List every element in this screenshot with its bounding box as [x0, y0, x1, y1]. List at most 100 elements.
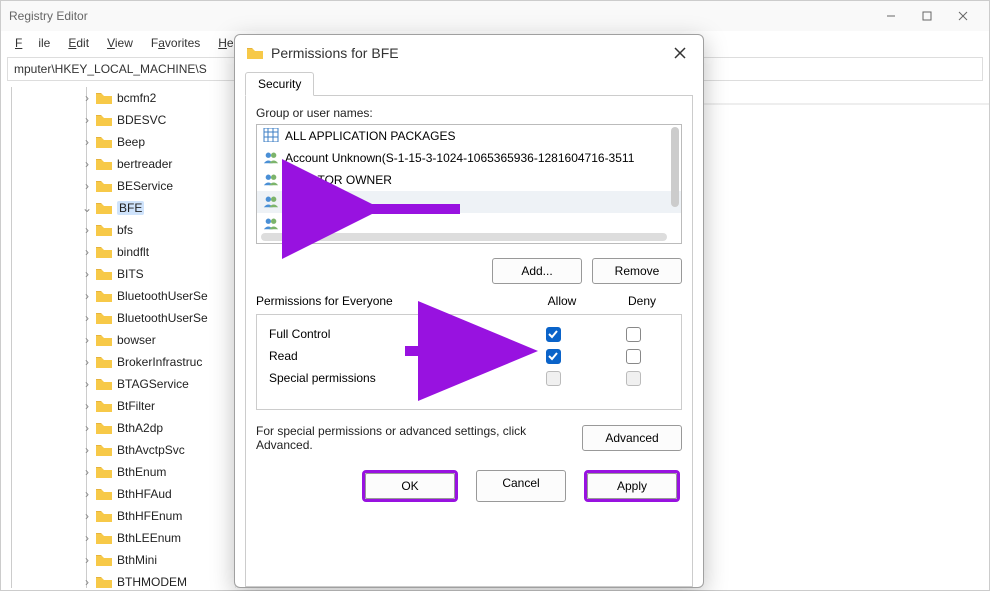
menu-view[interactable]: View: [99, 36, 141, 50]
chevron-icon[interactable]: ›: [80, 465, 94, 479]
tree-item-label: bertreader: [117, 157, 172, 171]
permission-label: Read: [265, 349, 513, 363]
chevron-icon[interactable]: ›: [80, 443, 94, 457]
menu-file[interactable]: File: [7, 36, 58, 50]
chevron-icon[interactable]: ›: [80, 289, 94, 303]
tree-panel[interactable]: ›bcmfn2›BDESVC›Beep›bertreader›BEService…: [1, 83, 236, 588]
chevron-icon[interactable]: ›: [80, 245, 94, 259]
tree-item[interactable]: ›BEService: [11, 175, 235, 197]
menu-favorites[interactable]: Favorites: [143, 36, 208, 50]
user-listbox[interactable]: ALL APPLICATION PACKAGES Account Unknown(…: [256, 124, 682, 244]
tree-item[interactable]: ›BTHMODEM: [11, 571, 235, 588]
chevron-icon[interactable]: ›: [80, 223, 94, 237]
permissions-dialog: Permissions for BFE Security Group or us…: [234, 34, 704, 588]
tree-item-label: BITS: [117, 267, 144, 281]
chevron-icon[interactable]: ›: [80, 157, 94, 171]
tree-item[interactable]: ›bfs: [11, 219, 235, 241]
deny-checkbox[interactable]: [626, 349, 641, 364]
tree-item[interactable]: › BDESVC: [11, 109, 235, 131]
apply-button[interactable]: Apply: [587, 473, 677, 499]
dialog-close-button[interactable]: [669, 42, 691, 64]
ok-button[interactable]: OK: [365, 473, 455, 499]
chevron-icon[interactable]: ›: [80, 509, 94, 523]
tree-item[interactable]: ›BthMini: [11, 549, 235, 571]
deny-header: Deny: [602, 294, 682, 308]
tree-item[interactable]: ›BluetoothUserSe: [11, 307, 235, 329]
chevron-icon[interactable]: ›: [80, 487, 94, 501]
tree-item[interactable]: ›BthHFEnum: [11, 505, 235, 527]
tree-item-label: BthAvctpSvc: [117, 443, 185, 457]
allow-header: Allow: [522, 294, 602, 308]
scrollbar-vertical[interactable]: [671, 127, 679, 207]
tree-item[interactable]: › BthEnum: [11, 461, 235, 483]
tree-item-label: bowser: [117, 333, 156, 347]
tree-item[interactable]: › bertreader: [11, 153, 235, 175]
tree-item[interactable]: ›BthLEEnum: [11, 527, 235, 549]
tree-item[interactable]: › BtFilter: [11, 395, 235, 417]
tree-item-label: BDESVC: [117, 113, 166, 127]
minimize-button[interactable]: [873, 3, 909, 29]
tab-security[interactable]: Security: [245, 72, 314, 96]
allow-checkbox[interactable]: [546, 349, 561, 364]
chevron-icon[interactable]: ⌄: [80, 201, 94, 215]
deny-checkbox: [626, 371, 641, 386]
tree-item-label: BtFilter: [117, 399, 155, 413]
chevron-icon[interactable]: ›: [80, 267, 94, 281]
chevron-icon[interactable]: ›: [80, 377, 94, 391]
tree-item-label: BFE: [117, 201, 144, 215]
tree-item[interactable]: › bindflt: [11, 241, 235, 263]
tree-item[interactable]: ›BTAGService: [11, 373, 235, 395]
menu-edit[interactable]: Edit: [60, 36, 97, 50]
tree-item[interactable]: ›Beep: [11, 131, 235, 153]
allow-checkbox[interactable]: [546, 327, 561, 342]
allow-checkbox: [546, 371, 561, 386]
chevron-icon[interactable]: ›: [80, 113, 94, 127]
chevron-icon[interactable]: ›: [80, 399, 94, 413]
maximize-button[interactable]: [909, 3, 945, 29]
tree-item[interactable]: › bowser: [11, 329, 235, 351]
chevron-icon[interactable]: ›: [80, 179, 94, 193]
chevron-icon[interactable]: ›: [80, 575, 94, 588]
tree-item[interactable]: › BrokerInfrastruc: [11, 351, 235, 373]
advanced-button[interactable]: Advanced: [582, 425, 682, 451]
permission-row: Full Control: [265, 323, 673, 345]
list-item-label: SYSTEM: [285, 217, 334, 231]
tree-item[interactable]: › bcmfn2: [11, 87, 235, 109]
tree-item[interactable]: › BthAvctpSvc: [11, 439, 235, 461]
tree-item[interactable]: ›BthA2dp: [11, 417, 235, 439]
add-button[interactable]: Add...: [492, 258, 582, 284]
chevron-icon[interactable]: ›: [80, 531, 94, 545]
cancel-button[interactable]: Cancel: [476, 470, 566, 502]
list-item[interactable]: Everyone: [257, 191, 681, 213]
chevron-icon[interactable]: ›: [80, 333, 94, 347]
tree-item-label: BluetoothUserSe: [117, 289, 208, 303]
tree-item-label: BthHFAud: [117, 487, 172, 501]
chevron-icon[interactable]: ›: [80, 421, 94, 435]
chevron-icon[interactable]: ›: [80, 553, 94, 567]
chevron-icon[interactable]: ›: [80, 311, 94, 325]
tree-item-label: BthEnum: [117, 465, 166, 479]
permissions-label: Permissions for Everyone: [256, 294, 522, 308]
deny-checkbox[interactable]: [626, 327, 641, 342]
tree-item-label: BrokerInfrastruc: [117, 355, 202, 369]
tree-item[interactable]: › BITS: [11, 263, 235, 285]
chevron-icon[interactable]: ›: [80, 135, 94, 149]
scrollbar-horizontal[interactable]: [261, 233, 667, 241]
list-item-label: Account Unknown(S-1-15-3-1024-1065365936…: [285, 151, 634, 165]
chevron-icon[interactable]: ›: [80, 91, 94, 105]
list-item[interactable]: CREATOR OWNER: [257, 169, 681, 191]
list-item[interactable]: SYSTEM: [257, 213, 681, 235]
user-icon: [263, 194, 279, 211]
tree-item[interactable]: › BthHFAud: [11, 483, 235, 505]
tree-item[interactable]: › BluetoothUserSe: [11, 285, 235, 307]
tree-item-label: bindflt: [117, 245, 149, 259]
permission-row: Special permissions: [265, 367, 673, 389]
tree-item[interactable]: ⌄ BFE: [11, 197, 235, 219]
list-item[interactable]: Account Unknown(S-1-15-3-1024-1065365936…: [257, 147, 681, 169]
list-item[interactable]: ALL APPLICATION PACKAGES: [257, 125, 681, 147]
remove-button[interactable]: Remove: [592, 258, 682, 284]
chevron-icon[interactable]: ›: [80, 355, 94, 369]
close-button[interactable]: [945, 3, 981, 29]
tree-item-label: bcmfn2: [117, 91, 156, 105]
advanced-text: For special permissions or advanced sett…: [256, 424, 572, 452]
